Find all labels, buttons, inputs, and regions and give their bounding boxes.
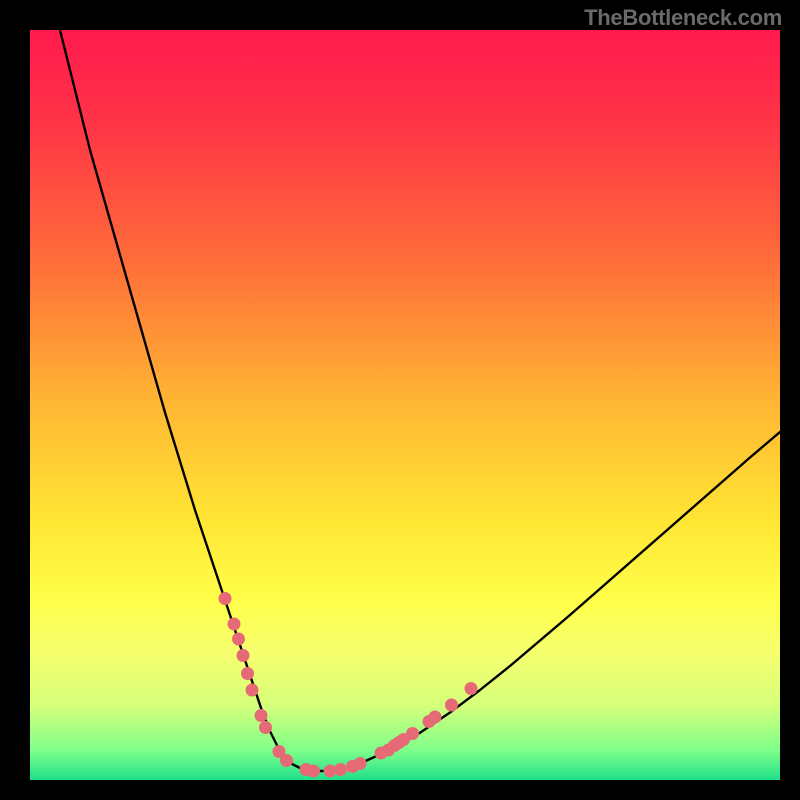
plot-gradient-area <box>30 30 780 780</box>
highlight-dot <box>307 765 320 778</box>
bottleneck-curve <box>60 30 780 771</box>
highlight-dot <box>255 709 268 722</box>
highlight-dot <box>465 682 478 695</box>
highlight-dot <box>228 618 241 631</box>
highlight-dot <box>334 763 347 776</box>
highlight-dot <box>259 721 272 734</box>
highlight-dot <box>280 754 293 767</box>
watermark-text: TheBottleneck.com <box>584 5 782 31</box>
highlight-dot <box>445 699 458 712</box>
highlight-dot <box>237 649 250 662</box>
highlight-dot <box>429 711 442 724</box>
highlight-dot <box>406 727 419 740</box>
curve-layer <box>30 30 780 780</box>
highlight-dot <box>232 633 245 646</box>
chart-frame: TheBottleneck.com <box>0 0 800 800</box>
highlight-dot <box>219 592 232 605</box>
highlight-dot <box>241 667 254 680</box>
highlight-dots-group <box>219 592 478 778</box>
highlight-dot <box>354 757 367 770</box>
highlight-dot <box>246 684 259 697</box>
